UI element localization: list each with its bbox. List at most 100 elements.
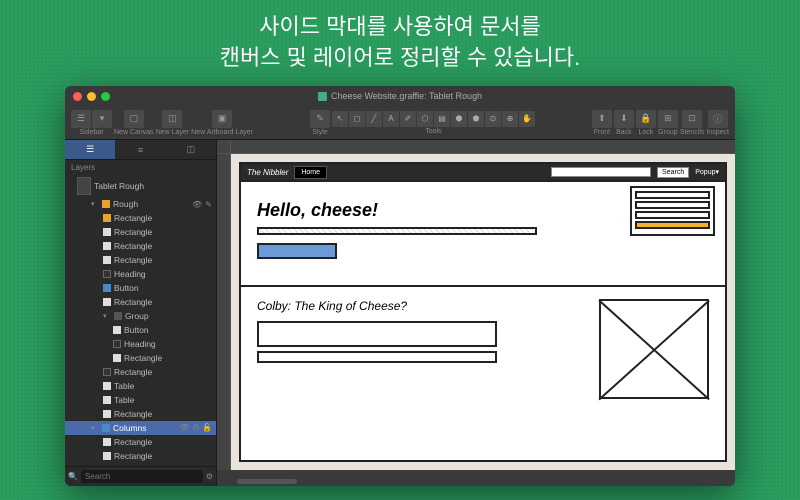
sidebar-mode-button[interactable]: ▾ [92, 110, 112, 128]
new-canvas-button[interactable]: ▢ [124, 110, 144, 128]
new-layer-button[interactable]: ◫ [162, 110, 182, 128]
titlebar: Cheese Website.graffle: Tablet Rough [65, 86, 735, 106]
shape-icon [103, 270, 111, 278]
canvas-row[interactable]: Tablet Rough [65, 175, 216, 197]
marketing-text: 사이드 막대를 사용하여 문서를 캔버스 및 레이어로 정리할 수 있습니다. [0, 0, 800, 82]
sidebar: ☰ ≡ ◫ Layers Tablet Rough ▾ Rough 👁✎ Rec… [65, 140, 217, 486]
sidebar-label: Sidebar [79, 129, 103, 136]
toolbar: ☰ ▾ Sidebar ▢ New Canvas ◫ New Layer ▣ N… [65, 106, 735, 140]
close-icon[interactable] [73, 92, 82, 101]
style-button[interactable]: ✎ [310, 110, 330, 128]
disclosure-icon[interactable]: ▾ [91, 200, 99, 208]
front-button[interactable]: ⬆ [592, 110, 612, 128]
outline-tab[interactable]: ≡ [115, 140, 165, 159]
canvas-area: The Nibbler Home Search Popup▾ [217, 140, 735, 486]
canvas-viewport[interactable]: The Nibbler Home Search Popup▾ [231, 154, 735, 470]
lock-icon[interactable]: ✎ [205, 200, 212, 209]
shape-icon [103, 284, 111, 292]
list-item[interactable]: Table [65, 393, 216, 407]
line-tool[interactable]: ╱ [366, 111, 382, 127]
list-item[interactable]: Rectangle [65, 365, 216, 379]
lock-icon[interactable]: 🔓 [202, 423, 212, 433]
canvas-thumb-icon [77, 177, 91, 195]
shape-icon [103, 256, 111, 264]
disclosure-icon[interactable]: ▾ [103, 312, 111, 320]
list-item[interactable]: Rectangle [65, 351, 216, 365]
wf-article: Colby: The King of Cheese? [241, 295, 725, 403]
visibility-icon[interactable]: 👁 [192, 200, 202, 209]
wireframe-artboard[interactable]: The Nibbler Home Search Popup▾ [239, 162, 727, 462]
list-item[interactable]: Button [65, 281, 216, 295]
wf-subheading: Colby: The King of Cheese? [257, 299, 589, 313]
visibility-icon[interactable]: 👁 [179, 423, 189, 433]
shape-icon [103, 382, 111, 390]
shape-icon [103, 410, 111, 418]
print-icon[interactable]: ⎙ [193, 423, 199, 433]
group-button[interactable]: ⊞ [658, 110, 678, 128]
shape-icon [113, 340, 121, 348]
app-window: Cheese Website.graffle: Tablet Rough ☰ ▾… [65, 86, 735, 486]
point-tool[interactable]: ⬢ [451, 111, 467, 127]
wf-divider [241, 285, 725, 287]
new-layer-label: New Layer [156, 129, 189, 136]
wf-col-box [635, 201, 710, 209]
list-item[interactable]: Rectangle [65, 435, 216, 449]
wf-search-button: Search [657, 167, 689, 178]
wf-col-box [635, 191, 710, 199]
stencils-button[interactable]: ⊡ [682, 110, 702, 128]
wf-text-placeholder [257, 227, 537, 235]
list-item[interactable]: Rectangle [65, 449, 216, 463]
layer-list: Tablet Rough ▾ Rough 👁✎ Rectangle Rectan… [65, 175, 216, 466]
back-button[interactable]: ⬇ [614, 110, 634, 128]
sidebar-toggle-button[interactable]: ☰ [71, 110, 91, 128]
settings-icon[interactable]: ⚙ [206, 472, 213, 481]
shape-icon [103, 242, 111, 250]
layers-tab[interactable]: ☰ [65, 140, 115, 159]
list-item[interactable]: ▾Group [65, 309, 216, 323]
diagram-tool[interactable]: ⬡ [417, 111, 433, 127]
list-item[interactable]: Rectangle [65, 295, 216, 309]
list-item[interactable]: Rectangle [65, 211, 216, 225]
pen-tool[interactable]: ✐ [400, 111, 416, 127]
wf-popup: Popup▾ [695, 168, 719, 176]
list-item[interactable]: Rectangle [65, 253, 216, 267]
wf-col-box [635, 211, 710, 219]
horizontal-scrollbar[interactable] [237, 479, 297, 484]
stamp-tool[interactable]: ⬟ [468, 111, 484, 127]
hand-tool[interactable]: ✋ [519, 111, 535, 127]
shape-icon [103, 368, 111, 376]
group-icon [114, 312, 122, 320]
minimize-icon[interactable] [87, 92, 96, 101]
list-item[interactable]: Heading [65, 267, 216, 281]
list-item[interactable]: Rectangle [65, 225, 216, 239]
search-input[interactable] [81, 470, 203, 483]
text-tool[interactable]: A [383, 111, 399, 127]
layer-row-selected[interactable]: ▾ Columns 👁⎙🔓 [65, 421, 216, 435]
wf-header: The Nibbler Home Search Popup▾ [241, 164, 725, 182]
select-tool[interactable]: ↖ [332, 111, 348, 127]
artboard-tool[interactable]: ▤ [434, 111, 450, 127]
new-artboard-button[interactable]: ▣ [212, 110, 232, 128]
zoom-tool[interactable]: ⊕ [502, 111, 518, 127]
shape-icon [103, 214, 111, 222]
wf-image-placeholder [599, 299, 709, 399]
ruler-corner [217, 140, 231, 154]
layer-icon [102, 424, 110, 432]
selection-tab[interactable]: ◫ [166, 140, 216, 159]
list-item[interactable]: Rectangle [65, 239, 216, 253]
list-item[interactable]: Button [65, 323, 216, 337]
magnet-tool[interactable]: ⊙ [485, 111, 501, 127]
marketing-line2: 캔버스 및 레이어로 정리할 수 있습니다. [0, 43, 800, 74]
disclosure-icon[interactable]: ▾ [91, 424, 99, 432]
layer-row[interactable]: ▾ Rough 👁✎ [65, 197, 216, 211]
list-item[interactable]: Table [65, 379, 216, 393]
maximize-icon[interactable] [101, 92, 110, 101]
document-icon [318, 92, 327, 101]
horizontal-ruler [231, 140, 735, 154]
tools-label: Tools [425, 128, 441, 135]
shape-tool[interactable]: ◻ [349, 111, 365, 127]
list-item[interactable]: Rectangle [65, 407, 216, 421]
inspect-button[interactable]: ⓘ [708, 110, 728, 128]
lock-button[interactable]: 🔒 [636, 110, 656, 128]
list-item[interactable]: Heading [65, 337, 216, 351]
